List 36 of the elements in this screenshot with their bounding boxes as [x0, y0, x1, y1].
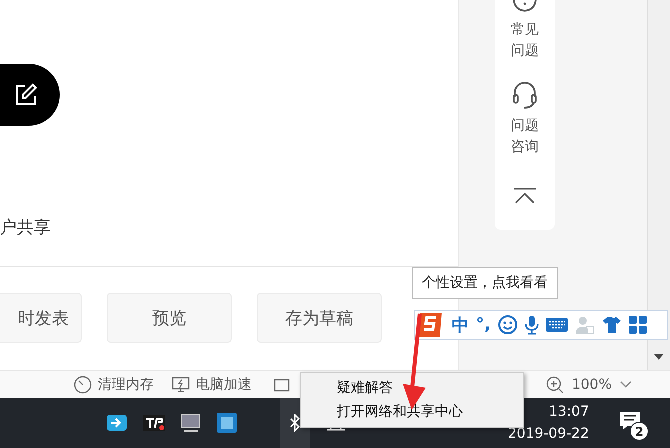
ime-mode-toggle[interactable]: °,	[476, 315, 491, 335]
action-button[interactable]: 时发表	[0, 293, 82, 343]
status-label[interactable]: 清理内存	[98, 376, 154, 394]
ime-mode-toggle[interactable]: 中	[452, 314, 469, 336]
microphone-icon[interactable]	[524, 315, 539, 335]
app-icon[interactable]	[142, 412, 166, 434]
window-icon	[274, 376, 290, 392]
menu-item[interactable]: 疑难解答	[301, 376, 523, 400]
headset-icon	[510, 80, 540, 110]
smiley-icon[interactable]	[498, 315, 518, 335]
zoom-in-icon[interactable]	[546, 376, 564, 394]
action-button[interactable]: 存为草稿	[257, 293, 382, 343]
keyboard-icon[interactable]	[546, 317, 568, 333]
monitor-icon	[172, 376, 190, 394]
side-panel-label[interactable]: 常见问题	[510, 20, 540, 62]
shirt-icon[interactable]	[602, 315, 622, 335]
app-icon[interactable]	[106, 412, 128, 434]
action-button[interactable]: 预览	[107, 293, 232, 343]
zoom-level: 100%	[572, 376, 612, 392]
body-text: 户共享	[0, 217, 51, 239]
side-panel-label[interactable]: 问题咨询	[510, 116, 540, 158]
clock-time[interactable]: 13:07	[549, 401, 590, 423]
chevron-down-icon[interactable]	[620, 380, 632, 388]
monitor-icon[interactable]	[180, 412, 202, 434]
clock-date[interactable]: 2019-09-22	[508, 423, 590, 445]
edit-icon	[14, 83, 38, 107]
grid-icon[interactable]	[628, 316, 647, 334]
chip-icon[interactable]	[216, 412, 238, 434]
back-to-top-icon[interactable]	[514, 188, 536, 204]
scroll-down-icon[interactable]	[654, 354, 664, 360]
gauge-icon	[74, 376, 92, 394]
status-label[interactable]: 电脑加速	[196, 376, 252, 394]
speech-bubble-icon	[510, 0, 539, 14]
bluetooth-icon[interactable]	[289, 414, 301, 432]
tooltip: 个性设置，点我看看	[412, 267, 558, 299]
notification-count: 2	[630, 422, 649, 441]
